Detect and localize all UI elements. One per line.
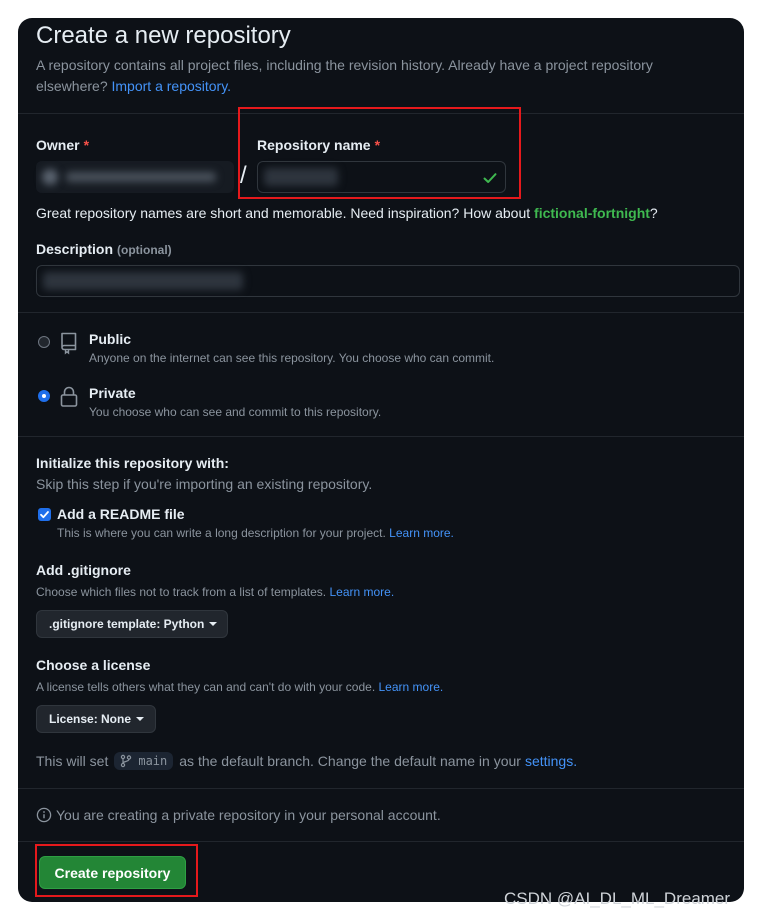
lock-icon	[60, 386, 78, 407]
description-value-redacted	[43, 272, 243, 290]
page-subtitle: A repository contains all project files,…	[36, 55, 716, 97]
license-heading: Choose a license	[36, 657, 151, 673]
caret-down-icon	[136, 717, 145, 721]
highlight-box-create-button	[35, 844, 198, 897]
gitignore-heading: Add .gitignore	[36, 562, 131, 578]
gitignore-desc-text: Choose which files not to track from a l…	[36, 585, 327, 599]
owner-label: Owner *	[36, 137, 89, 153]
highlight-box-repo-name	[238, 107, 521, 199]
branch-prefix: This will set	[36, 753, 109, 769]
repo-name-hint: Great repository names are short and mem…	[36, 205, 658, 221]
public-repo-icon	[61, 332, 77, 355]
hint-end: ?	[649, 205, 658, 221]
public-title: Public	[89, 331, 132, 347]
info-icon	[36, 807, 52, 823]
owner-name-redacted	[66, 172, 216, 182]
private-title: Private	[89, 385, 136, 401]
license-desc-text: A license tells others what they can and…	[36, 680, 376, 694]
license-learn-more-link[interactable]: Learn more.	[379, 680, 444, 694]
caret-down-icon	[209, 622, 218, 626]
page-title: Create a new repository	[36, 22, 291, 49]
readme-desc-text: This is where you can write a long descr…	[57, 526, 386, 540]
settings-link[interactable]: settings.	[525, 753, 577, 769]
divider	[18, 312, 744, 313]
init-skip-text: Skip this step if you're importing an ex…	[36, 476, 373, 492]
branch-name: main	[138, 754, 168, 768]
branch-name-badge: main	[114, 752, 174, 770]
notice-text: You are creating a private repository in…	[56, 807, 441, 823]
watermark: CSDN @AI_DL_ML_Dreamer	[504, 889, 731, 908]
gitignore-template-dropdown[interactable]: .gitignore template: Python	[36, 610, 228, 638]
divider	[18, 436, 744, 437]
description-optional: (optional)	[117, 243, 172, 257]
private-radio[interactable]	[38, 390, 50, 402]
import-repo-link[interactable]: Import a repository.	[112, 78, 232, 94]
description-input[interactable]	[36, 265, 740, 297]
owner-required-mark: *	[83, 137, 90, 153]
public-radio[interactable]	[38, 336, 50, 348]
gitignore-template-label: .gitignore template: Python	[49, 617, 205, 631]
gitignore-desc: Choose which files not to track from a l…	[36, 585, 394, 599]
suggested-name-link[interactable]: fictional-fortnight	[534, 205, 650, 221]
owner-avatar	[42, 169, 58, 185]
readme-label[interactable]: Add a README file	[57, 506, 185, 522]
divider	[18, 841, 744, 842]
init-heading: Initialize this repository with:	[36, 455, 229, 471]
owner-label-text: Owner	[36, 137, 80, 153]
public-desc: Anyone on the internet can see this repo…	[89, 351, 495, 365]
description-label-text: Description	[36, 241, 114, 257]
divider	[18, 788, 744, 789]
owner-select[interactable]	[36, 161, 234, 193]
branch-suffix: as the default branch. Change the defaul…	[179, 753, 521, 769]
readme-desc: This is where you can write a long descr…	[57, 526, 454, 540]
git-branch-icon	[121, 754, 132, 768]
license-desc: A license tells others what they can and…	[36, 680, 443, 694]
description-label: Description (optional)	[36, 241, 172, 257]
readme-learn-more-link[interactable]: Learn more.	[389, 526, 454, 540]
license-dropdown[interactable]: License: None	[36, 705, 156, 733]
hint-text: Great repository names are short and mem…	[36, 205, 531, 221]
private-desc: You choose who can see and commit to thi…	[89, 405, 382, 419]
readme-checkbox[interactable]	[38, 508, 51, 521]
gitignore-learn-more-link[interactable]: Learn more.	[329, 585, 394, 599]
default-branch-line: This will set main as the default branch…	[36, 749, 577, 773]
checkmark-icon	[40, 511, 49, 519]
license-label: License: None	[49, 712, 132, 726]
private-notice: You are creating a private repository in…	[36, 804, 441, 826]
